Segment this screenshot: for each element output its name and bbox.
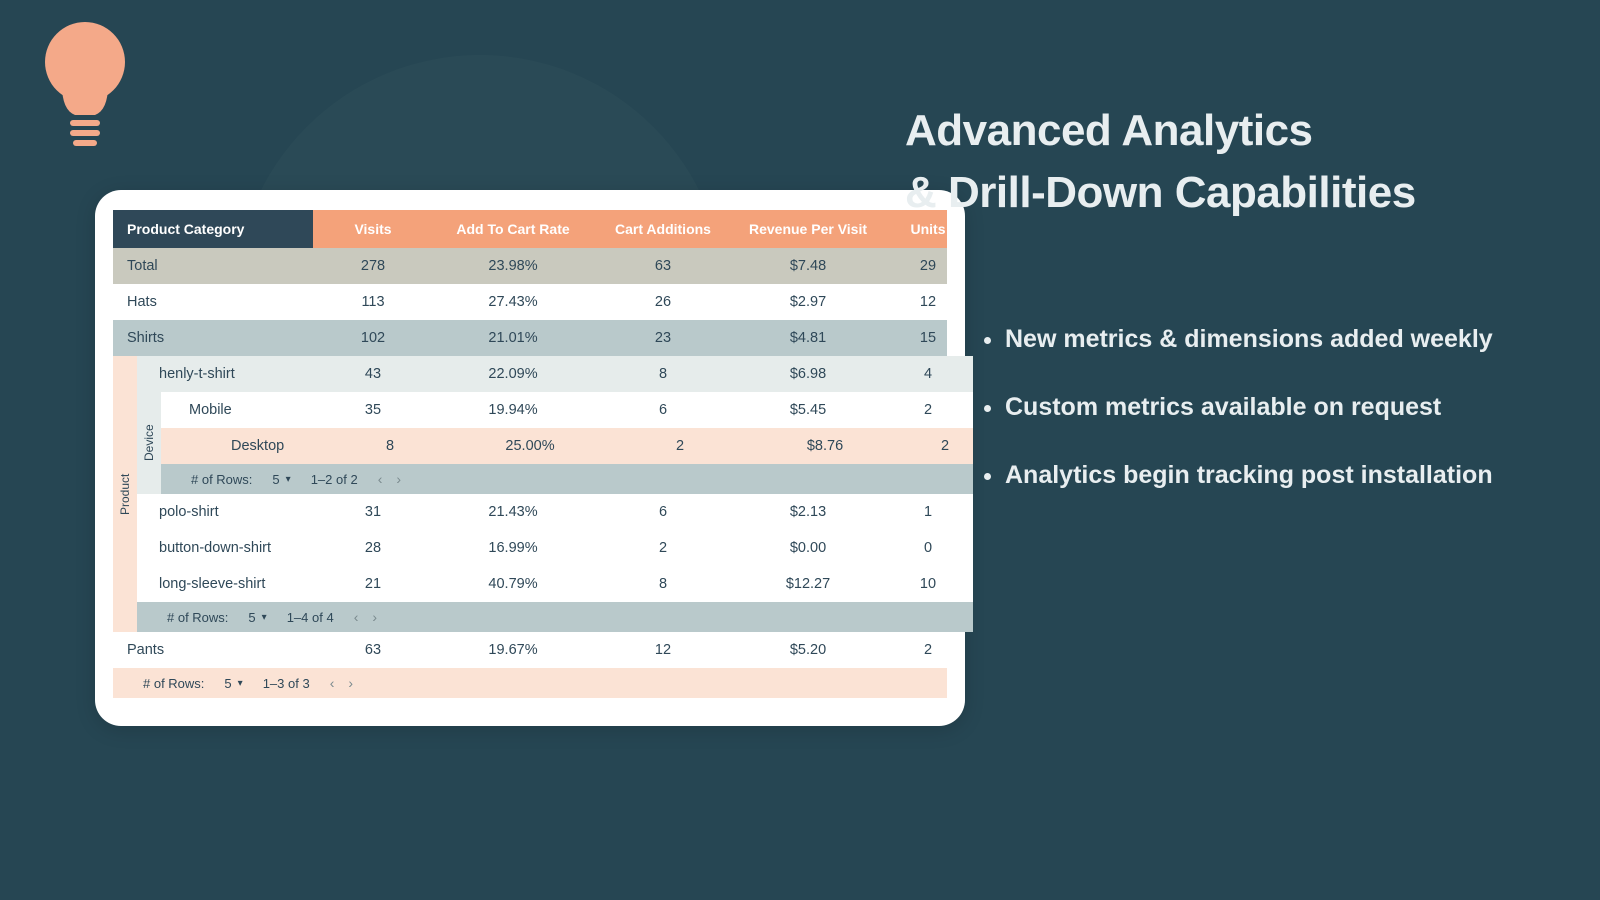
col-header-visits[interactable]: Visits [313, 221, 433, 237]
col-header-atc-rate[interactable]: Add To Cart Rate [433, 221, 593, 237]
analytics-table-card: Product Category Visits Add To Cart Rate… [95, 190, 965, 726]
col-header-rpv[interactable]: Revenue Per Visit [733, 221, 883, 237]
row-category-pants[interactable]: Pants 63 19.67% 12 $5.20 2 [113, 632, 947, 668]
caret-down-icon: ▾ [238, 678, 243, 689]
pager-top-level: # of Rows: 5 ▾ 1–3 of 3 ‹ › [113, 668, 947, 698]
row-product-long-sleeve[interactable]: long-sleeve-shirt 21 40.79% 8 $12.27 10 [137, 566, 973, 602]
caret-down-icon: ▾ [286, 474, 291, 485]
row-category-shirts[interactable]: Shirts 102 21.01% 23 $4.81 15 [113, 320, 947, 356]
col-header-cart-adds[interactable]: Cart Additions [593, 221, 733, 237]
pager-next-icon[interactable]: › [396, 471, 401, 487]
pager-device: # of Rows: 5 ▾ 1–2 of 2 ‹ › [161, 464, 973, 494]
pager-rows-select[interactable]: 5 ▾ [224, 676, 242, 691]
pager-rows-label: # of Rows: [143, 676, 204, 691]
row-category-hats[interactable]: Hats 113 27.43% 26 $2.97 12 [113, 284, 947, 320]
row-product-henly[interactable]: henly-t-shirt 43 22.09% 8 $6.98 4 [137, 356, 973, 392]
row-device-mobile[interactable]: Mobile 35 19.94% 6 $5.45 2 [161, 392, 973, 428]
pager-rows-select[interactable]: 5 ▾ [248, 610, 266, 625]
feature-list: New metrics & dimensions added weekly Cu… [905, 323, 1570, 492]
marketing-copy: Advanced Analytics & Drill-Down Capabili… [905, 100, 1570, 526]
pager-range: 1–2 of 2 [311, 472, 358, 487]
pager-prev-icon[interactable]: ‹ [354, 609, 359, 625]
row-product-button-down[interactable]: button-down-shirt 28 16.99% 2 $0.00 0 [137, 530, 973, 566]
pager-prev-icon[interactable]: ‹ [330, 675, 335, 691]
caret-down-icon: ▾ [262, 612, 267, 623]
lightbulb-icon [40, 20, 130, 150]
row-product-polo[interactable]: polo-shirt 31 21.43% 6 $2.13 1 [137, 494, 973, 530]
henly-device-drilldown: Device Mobile 35 19.94% 6 $5.45 2 Deskto… [137, 392, 973, 494]
col-header-category[interactable]: Product Category [113, 210, 313, 248]
table-header-row: Product Category Visits Add To Cart Rate… [113, 210, 947, 248]
pager-rows-label: # of Rows: [167, 610, 228, 625]
product-axis-label: Product [113, 356, 137, 632]
pager-next-icon[interactable]: › [348, 675, 353, 691]
pager-rows-label: # of Rows: [191, 472, 252, 487]
feature-item: Custom metrics available on request [1005, 391, 1570, 425]
analytics-table: Product Category Visits Add To Cart Rate… [113, 210, 947, 698]
row-total: Total 278 23.98% 63 $7.48 29 [113, 248, 947, 284]
pager-prev-icon[interactable]: ‹ [378, 471, 383, 487]
pager-rows-select[interactable]: 5 ▾ [272, 472, 290, 487]
headline: Advanced Analytics & Drill-Down Capabili… [905, 100, 1570, 223]
shirts-product-drilldown: Product henly-t-shirt 43 22.09% 8 $6.98 … [113, 356, 947, 632]
pager-range: 1–4 of 4 [287, 610, 334, 625]
pager-product: # of Rows: 5 ▾ 1–4 of 4 ‹ › [137, 602, 973, 632]
feature-item: Analytics begin tracking post installati… [1005, 459, 1570, 493]
pager-next-icon[interactable]: › [372, 609, 377, 625]
pager-range: 1–3 of 3 [263, 676, 310, 691]
device-axis-label: Device [137, 392, 161, 494]
row-device-desktop[interactable]: Desktop 8 25.00% 2 $8.76 2 [161, 428, 973, 464]
feature-item: New metrics & dimensions added weekly [1005, 323, 1570, 357]
total-label: Total [113, 258, 313, 274]
